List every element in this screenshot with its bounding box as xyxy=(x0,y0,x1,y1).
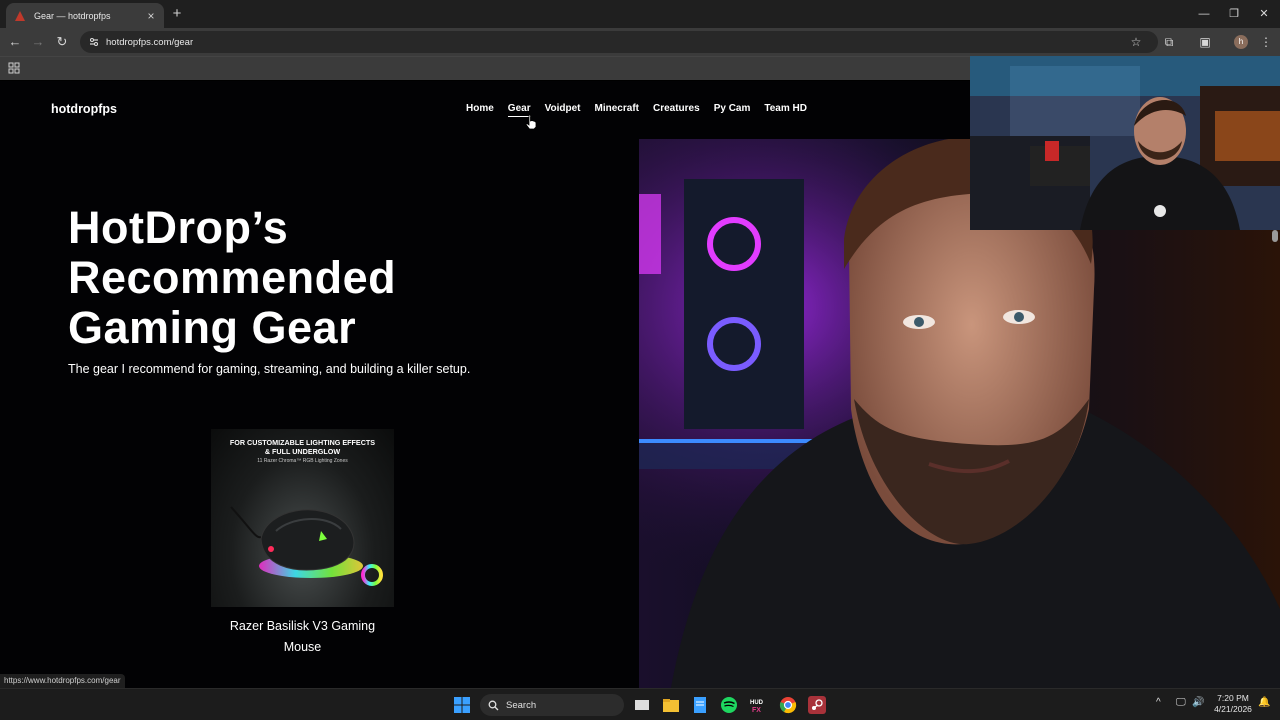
hero-title-line: Gaming Gear xyxy=(68,302,357,353)
minimize-icon[interactable]: — xyxy=(1188,0,1220,28)
nav-home[interactable]: Home xyxy=(466,103,494,114)
reload-icon[interactable]: ↻ xyxy=(53,33,71,51)
restore-icon[interactable]: ❐ xyxy=(1218,0,1250,28)
notification-bell-icon[interactable]: 🔔 xyxy=(1258,697,1270,708)
address-bar[interactable]: hotdropfps.com/gear xyxy=(80,31,1158,53)
product-name-line: Razer Basilisk V3 Gaming xyxy=(229,619,376,633)
nav-team-hd[interactable]: Team HD xyxy=(764,103,807,114)
status-bar-url: https://www.hotdropfps.com/gear xyxy=(0,674,125,688)
scrollbar-thumb[interactable] xyxy=(1272,230,1278,242)
hand-cursor-icon xyxy=(525,114,537,130)
apps-grid-icon[interactable] xyxy=(8,62,20,74)
chrome-icon[interactable] xyxy=(779,696,797,714)
tab-title: Gear — hotdropfps xyxy=(34,10,111,21)
svg-text:HUD: HUD xyxy=(750,700,764,706)
product-image-subtext: 11 Razer Chroma™ RGB Lighting Zones xyxy=(257,458,348,464)
menu-dots-icon[interactable]: ⋮ xyxy=(1258,34,1274,50)
profile-avatar[interactable]: h xyxy=(1234,35,1248,49)
close-tab-icon[interactable]: × xyxy=(144,9,158,23)
site-nav: Home Gear Voidpet Minecraft Creatures Py… xyxy=(466,103,807,117)
hero-title-line: HotDrop’s xyxy=(68,202,289,253)
gaming-mouse-illustration xyxy=(230,506,383,586)
extensions-icon[interactable]: ⧉ xyxy=(1161,34,1177,50)
product-image-text: & FULL UNDERGLOW xyxy=(264,447,341,456)
product-image-caption: FOR CUSTOMIZABLE LIGHTING EFFECTS & FULL… xyxy=(211,438,394,456)
site-logo[interactable]: hotdropfps xyxy=(51,102,117,116)
taskbar-search[interactable]: Search xyxy=(480,694,624,716)
system-clock[interactable]: 7:20 PM 4/21/2026 xyxy=(1210,693,1256,715)
tray-chevron-up-icon[interactable]: ^ xyxy=(1156,697,1161,708)
back-icon[interactable]: ← xyxy=(6,33,24,51)
webcam-feed-illustration xyxy=(970,56,1280,230)
forward-icon[interactable]: → xyxy=(29,33,47,51)
bookmark-star-icon[interactable]: ☆ xyxy=(1128,34,1144,50)
task-view-icon[interactable] xyxy=(633,696,651,714)
product-name-line: Mouse xyxy=(283,640,322,654)
hudfx-icon[interactable]: HUD FX xyxy=(749,696,767,714)
hero-subtitle: The gear I recommend for gaming, streami… xyxy=(68,362,471,376)
product-name[interactable]: Razer Basilisk V3 Gaming Mouse xyxy=(211,616,394,658)
search-icon xyxy=(488,700,499,710)
nav-voidpet[interactable]: Voidpet xyxy=(545,103,581,114)
steam-icon[interactable] xyxy=(808,696,826,714)
svg-text:FX: FX xyxy=(752,707,761,714)
screen: Gear — hotdropfps × + — ❐ ✕ ← → ↻ hotdro… xyxy=(0,0,1280,720)
webcam-overlay xyxy=(970,56,1280,230)
tab-search-icon[interactable]: ▣ xyxy=(1197,34,1213,50)
nav-creatures[interactable]: Creatures xyxy=(653,103,700,114)
new-tab-button[interactable]: + xyxy=(168,5,186,23)
spotify-icon[interactable] xyxy=(720,696,738,714)
hero-title-line: Recommended xyxy=(68,252,397,303)
clock-time: 7:20 PM xyxy=(1217,693,1249,703)
browser-tab-strip: Gear — hotdropfps × + — ❐ ✕ xyxy=(0,0,1280,28)
nav-py-cam[interactable]: Py Cam xyxy=(714,103,751,114)
window-close-icon[interactable]: ✕ xyxy=(1248,0,1280,28)
address-url: hotdropfps.com/gear xyxy=(106,36,194,48)
product-image-text: FOR CUSTOMIZABLE LIGHTING EFFECTS xyxy=(229,438,376,447)
windows-start-icon[interactable] xyxy=(453,696,471,714)
taskbar-search-label: Search xyxy=(506,699,537,711)
hero-title: HotDrop’s Recommended Gaming Gear xyxy=(68,203,396,353)
network-icon[interactable]: 🖵 xyxy=(1176,697,1186,708)
site-favicon-icon xyxy=(15,10,25,21)
file-explorer-icon[interactable] xyxy=(662,696,680,714)
site-info-icon[interactable] xyxy=(88,36,100,48)
product-image[interactable]: FOR CUSTOMIZABLE LIGHTING EFFECTS & FULL… xyxy=(211,429,394,607)
notepad-icon[interactable] xyxy=(691,696,709,714)
browser-tab[interactable]: Gear — hotdropfps × xyxy=(6,3,164,28)
nav-minecraft[interactable]: Minecraft xyxy=(595,103,639,114)
windows-taskbar: Search HUD FX ^ 🖵 🔊 7:20 PM 4/21/2026 🔔 xyxy=(0,688,1280,720)
nav-gear[interactable]: Gear xyxy=(507,103,531,117)
clock-date: 4/21/2026 xyxy=(1214,704,1252,714)
volume-icon[interactable]: 🔊 xyxy=(1192,697,1204,708)
browser-toolbar: ← → ↻ hotdropfps.com/gear ☆ ⧉ ▣ h ⋮ xyxy=(0,28,1280,56)
